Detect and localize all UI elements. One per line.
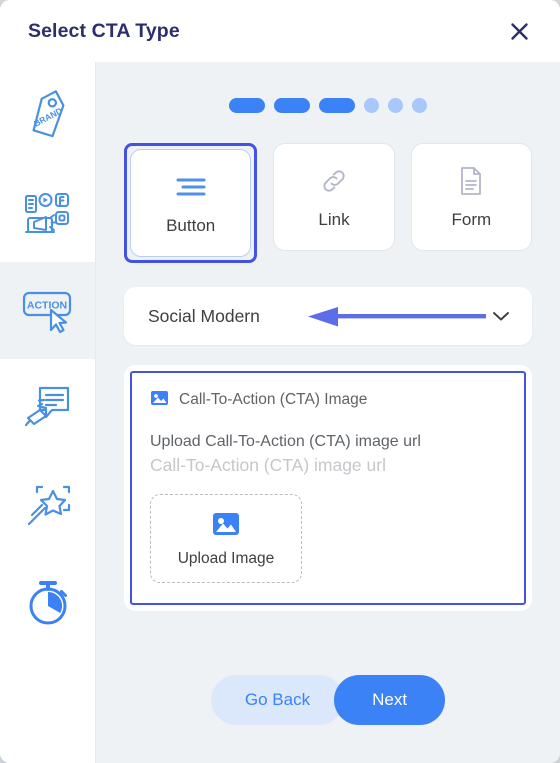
sidebar-item-brand[interactable]: BRAND	[0, 68, 95, 165]
cta-type-button-wrap: Button	[124, 143, 258, 263]
cta-type-card-row: Button Link Form	[96, 123, 560, 263]
cta-image-url-input[interactable]: Call-To-Action (CTA) image url	[150, 455, 506, 490]
go-back-button[interactable]: Go Back	[210, 675, 345, 725]
magic-wand-icon	[20, 477, 76, 533]
step-dot-4[interactable]	[364, 98, 379, 113]
step-dot-3[interactable]	[319, 98, 355, 113]
style-select-wrap: Social Modern	[124, 287, 532, 345]
sidebar-item-timer[interactable]	[0, 553, 95, 650]
cta-image-url-label: Upload Call-To-Action (CTA) image url	[150, 433, 421, 450]
page-title: Select CTA Type	[28, 19, 180, 42]
sidebar-item-action[interactable]: ACTION	[0, 262, 95, 359]
social-marketing-icon	[20, 186, 76, 242]
style-select[interactable]: Social Modern	[124, 287, 532, 345]
cta-image-panel: Call-To-Action (CTA) Image Upload Call-T…	[130, 371, 526, 605]
modal-header: Select CTA Type	[0, 0, 560, 62]
next-button[interactable]: Next	[334, 675, 446, 725]
image-icon	[211, 511, 241, 542]
cta-type-label: Form	[451, 210, 492, 229]
cta-type-label: Button	[166, 216, 216, 235]
sidebar: BRAND ACTION	[0, 62, 96, 763]
menu-lines-icon	[174, 170, 208, 204]
image-icon	[150, 389, 169, 411]
cta-type-label: Link	[318, 210, 350, 229]
document-icon	[457, 164, 485, 198]
upload-image-dropzone[interactable]: Upload Image	[150, 494, 302, 583]
modal-footer: Go Back Next	[96, 675, 560, 763]
upload-image-label: Upload Image	[177, 550, 275, 567]
step-dot-6[interactable]	[412, 98, 427, 113]
cta-image-card: Call-To-Action (CTA) Image Upload Call-T…	[124, 365, 532, 611]
cta-type-card-link[interactable]: Link	[273, 143, 395, 251]
modal-body: BRAND ACTION Button Link Form Social Mod…	[0, 62, 560, 763]
step-indicator	[96, 62, 560, 123]
main-content: Button Link Form Social Modern Call-To-A…	[96, 62, 560, 763]
select-cta-type-modal: Select CTA Type BRAND ACTION Button Link…	[0, 0, 560, 763]
step-dot-2[interactable]	[274, 98, 310, 113]
close-icon[interactable]	[504, 16, 534, 46]
action-cursor-icon: ACTION	[18, 287, 78, 335]
stopwatch-icon	[20, 574, 76, 630]
cta-type-card-form[interactable]: Form	[410, 143, 532, 251]
chevron-down-icon	[492, 310, 510, 322]
sidebar-item-magic[interactable]	[0, 456, 95, 553]
cta-type-form-wrap: Form	[410, 143, 532, 263]
brand-tag-icon: BRAND	[20, 89, 76, 145]
style-select-value: Social Modern	[148, 305, 260, 326]
svg-text:ACTION: ACTION	[26, 299, 66, 311]
cta-image-heading-row: Call-To-Action (CTA) Image	[150, 389, 506, 411]
cta-type-link-wrap: Link	[273, 143, 395, 263]
announcement-bubble-icon	[20, 380, 76, 436]
cta-type-card-button[interactable]: Button	[130, 149, 252, 257]
sidebar-item-message[interactable]	[0, 359, 95, 456]
cta-image-heading: Call-To-Action (CTA) Image	[179, 391, 368, 408]
step-dot-5[interactable]	[388, 98, 403, 113]
sidebar-item-social[interactable]	[0, 165, 95, 262]
chain-link-icon	[319, 164, 349, 198]
step-dot-1[interactable]	[229, 98, 265, 113]
